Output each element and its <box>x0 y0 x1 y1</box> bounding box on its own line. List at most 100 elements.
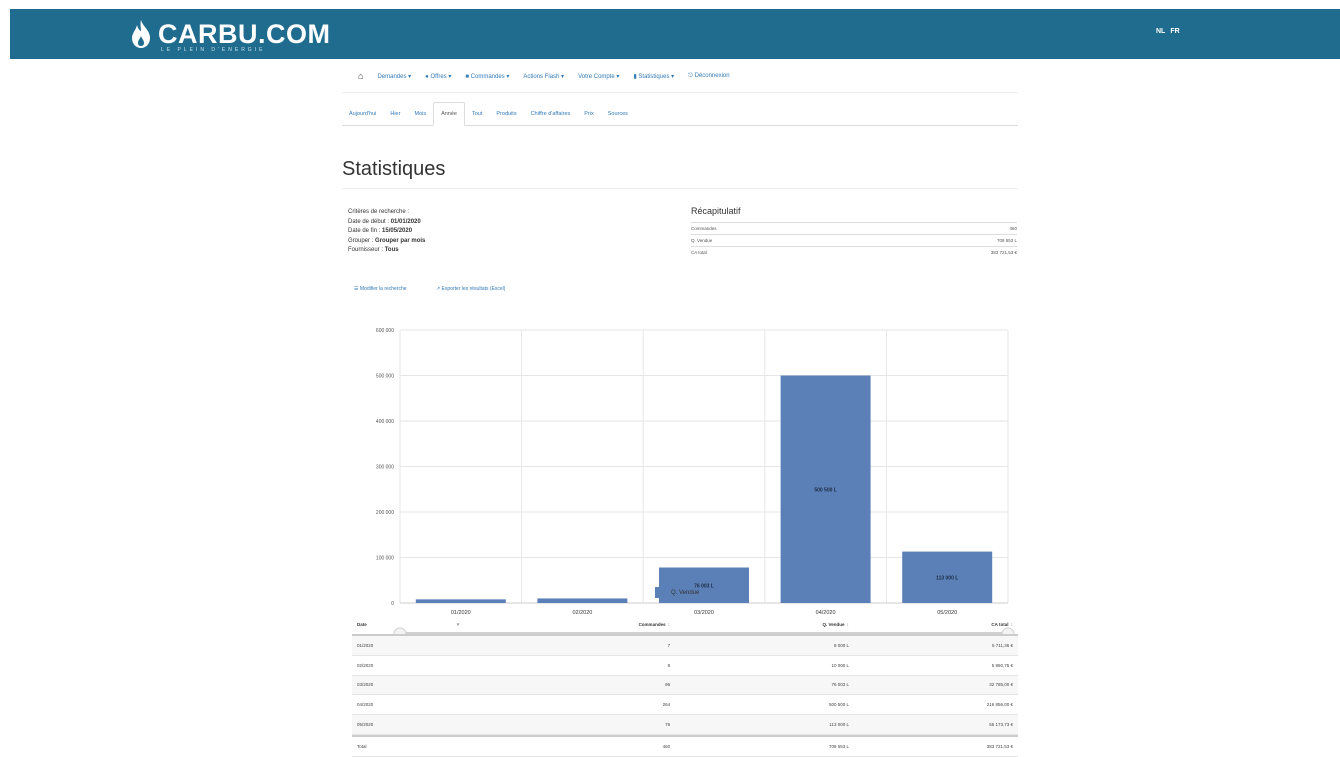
sort-icon: ▾ <box>456 621 460 628</box>
lang-nl-link[interactable]: NL <box>1156 28 1165 35</box>
cell-ca: 55 173,73 € <box>989 722 1013 728</box>
home-icon[interactable]: ⌂ <box>358 71 363 81</box>
tab-sources[interactable]: Sources <box>601 103 635 125</box>
cell-quantite: 708 553 L <box>828 743 849 749</box>
th-commandes[interactable]: Commandes ↕ <box>466 622 671 628</box>
language-switcher: NL FR <box>1156 28 1185 35</box>
nav-offres[interactable]: ● Offres ▾ <box>425 73 451 80</box>
y-tick-label: 400 000 <box>376 419 394 425</box>
bar-02/2020 <box>537 598 628 603</box>
modify-search-link[interactable]: ☰ Modifier la recherche <box>354 286 421 292</box>
criteria-end: Date de fin : 15/05/2020 <box>348 228 413 234</box>
table-row: 05/2020 76 113 000 L 55 173,73 € <box>352 715 1018 735</box>
cell-ca: 32 785,00 € <box>989 682 1013 688</box>
criteria-start: Date de début : 01/01/2020 <box>348 218 421 225</box>
cart-icon: ■ <box>465 73 469 80</box>
cell-date: 02/2020 <box>357 662 374 668</box>
y-tick-label: 200 000 <box>376 510 394 516</box>
tab-chiffre-affaires[interactable]: Chiffre d'affaires <box>524 103 578 125</box>
cell-date: Total <box>357 743 367 749</box>
criteria-heading: Critères de recherche : <box>348 209 410 215</box>
y-tick-label: 600 000 <box>376 328 394 334</box>
legend-swatch <box>655 587 666 598</box>
main-navigation: ⌂ Demandes ▾ ● Offres ▾ ■ Commandes ▾ Ac… <box>342 60 1018 93</box>
title-divider <box>342 188 1018 189</box>
y-tick-label: 0 <box>391 601 394 607</box>
cell-date: 05/2020 <box>357 722 374 728</box>
stats-table: Date ▾ Commandes ↕ Q. Vendue ↕ CA total ↕ 01… <box>352 615 1018 757</box>
top-header-bar: CARBU.COM LE PLEIN D'ENERGIE NL FR <box>10 9 1340 59</box>
recap-row-commandes: Commandes 460 <box>691 222 1017 234</box>
table-row: 03/2020 96 76 003 L 32 785,00 € <box>352 675 1018 696</box>
th-ca-total[interactable]: CA total ↕ <box>849 622 1018 628</box>
cell-commandes: 7 <box>667 642 671 648</box>
nav-deconnexion[interactable]: ⎋ Déconnexion <box>688 73 729 80</box>
cell-commandes: 76 <box>665 722 671 728</box>
tab-mois[interactable]: Mois <box>407 103 433 125</box>
recap-panel: Récapitulatif Commandes 460 Q. Vendue 708 … <box>691 206 1017 258</box>
tag-icon: ● <box>425 73 429 80</box>
cell-date: 03/2020 <box>357 682 374 688</box>
recap-row-quantite: Q. Vendue 708 553 L <box>691 234 1017 246</box>
search-actions: ☰ Modifier la recherche ↗ Exporter les r… <box>354 286 533 292</box>
lang-fr-link[interactable]: FR <box>1170 28 1179 35</box>
nav-actions-flash[interactable]: Actions Flash ▾ <box>523 73 564 80</box>
table-row: 04/2020 264 500 500 L 216 856,00 € <box>352 695 1018 716</box>
table-row: 01/2020 7 8 000 L 5 711,36 € <box>352 636 1018 656</box>
brand-logo[interactable]: CARBU.COM LE PLEIN D'ENERGIE <box>130 17 331 53</box>
recap-title: Récapitulatif <box>691 206 741 216</box>
cell-commandes: 460 <box>662 743 671 749</box>
nav-commandes[interactable]: ■ Commandes ▾ <box>465 73 509 80</box>
nav-statistiques[interactable]: ▮ Statistiques ▾ <box>633 73 674 80</box>
flame-icon <box>132 20 150 48</box>
cell-commandes: 96 <box>665 682 671 688</box>
cell-date: 04/2020 <box>357 702 374 708</box>
tab-aujourdhui[interactable]: Aujourd'hui <box>342 103 383 125</box>
table-header-row: Date ▾ Commandes ↕ Q. Vendue ↕ CA total ↕ <box>352 615 1018 636</box>
criteria-supplier: Fournisseur : Tous <box>348 247 399 253</box>
th-date[interactable]: Date ▾ <box>352 622 466 628</box>
cell-quantite: 500 500 L <box>828 702 849 708</box>
tab-prix[interactable]: Prix <box>577 103 600 125</box>
nav-votre-compte[interactable]: Votre Compte ▾ <box>578 73 619 80</box>
stats-tabs: Aujourd'hui Hier Mois Année Tout Produit… <box>342 100 1018 126</box>
cell-ca: 5 711,36 € <box>992 642 1013 648</box>
cell-ca: 216 856,00 € <box>986 702 1013 708</box>
search-criteria: Critères de recherche : Date de début : … <box>348 208 425 256</box>
logout-icon: ⎋ <box>688 72 693 79</box>
export-excel-link[interactable]: ↗ Exporter les résultats (Excel) <box>436 286 520 292</box>
tab-tout[interactable]: Tout <box>465 103 489 125</box>
bar-data-label: 113 000 L <box>936 575 958 581</box>
chart-svg: 0 100 000 200 000 300 000 400 000 500 000 600 … <box>376 328 1015 641</box>
bar-chart-icon: ▮ <box>633 73 637 80</box>
cell-quantite: 76 003 L <box>831 682 849 688</box>
th-quantite[interactable]: Q. Vendue ↕ <box>670 622 849 628</box>
y-tick-label: 100 000 <box>376 556 394 562</box>
cell-quantite: 8 000 L <box>833 642 849 648</box>
cell-ca: 383 721,53 € <box>986 743 1013 749</box>
cell-quantite: 10 000 L <box>831 662 849 668</box>
recap-row-ca: CA total 383 721,53 € <box>691 246 1017 258</box>
brand-name: CARBU.COM <box>158 19 331 49</box>
sort-icon: ↕ <box>1010 621 1013 628</box>
y-tick-label: 500 000 <box>376 374 394 380</box>
y-tick-label: 300 000 <box>376 465 394 471</box>
nav-demandes[interactable]: Demandes ▾ <box>377 73 411 80</box>
criteria-group: Grouper : Grouper par mois <box>348 237 426 244</box>
cell-quantite: 113 000 L <box>829 722 849 728</box>
table-row: 02/2020 8 10 000 L 5 860,75 € <box>352 656 1018 676</box>
chart-legend[interactable]: Q. Vendue <box>655 587 699 598</box>
legend-label: Q. Vendue <box>671 589 700 596</box>
page-title: Statistiques <box>342 158 446 180</box>
cell-ca: 5 860,75 € <box>991 662 1013 668</box>
cell-commandes: 264 <box>662 702 671 708</box>
cell-date: 01/2020 <box>357 642 374 648</box>
tab-annee[interactable]: Année <box>433 102 465 126</box>
tab-produits[interactable]: Produits <box>489 103 523 125</box>
tab-hier[interactable]: Hier <box>383 103 407 125</box>
bar-01/2020 <box>415 599 506 603</box>
cell-commandes: 8 <box>667 662 671 668</box>
bar-data-label: 500 500 L <box>814 487 837 493</box>
brand-tagline: LE PLEIN D'ENERGIE <box>161 47 266 53</box>
quantity-bar-chart: 0 100 000 200 000 300 000 400 000 500 000 600 … <box>342 322 1018 652</box>
